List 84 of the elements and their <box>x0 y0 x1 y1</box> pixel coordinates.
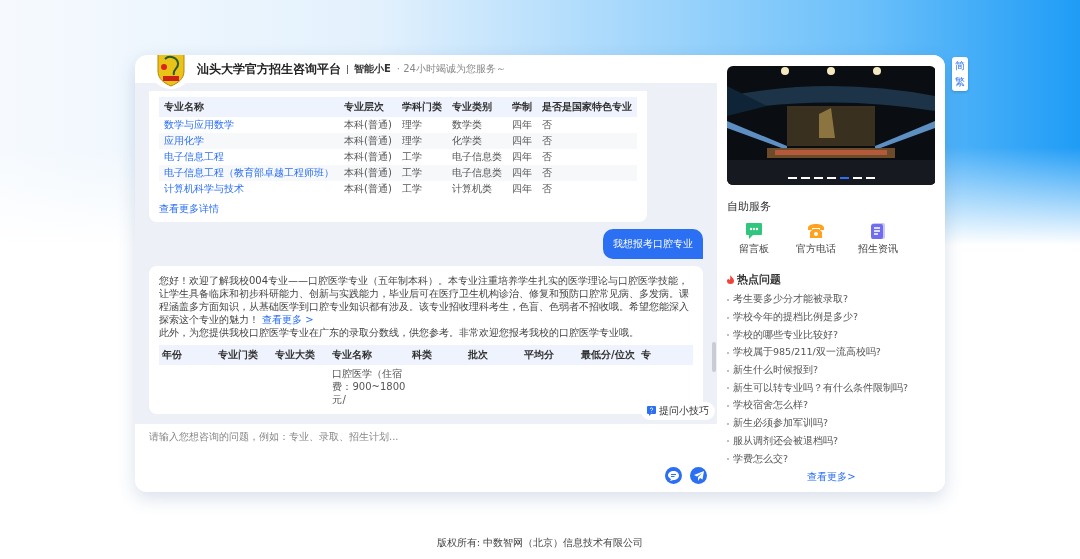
major-link[interactable]: 数学与应用数学 <box>164 119 234 130</box>
table-cell: 四年 <box>506 149 537 165</box>
input-area[interactable]: 请输入您想咨询的问题，例如：专业、录取、招生计划... <box>135 424 717 492</box>
assistant-name: 智能小E <box>354 62 391 76</box>
column-header: 科类 <box>409 345 466 365</box>
column-header: 批次 <box>465 345 522 365</box>
table-cell: 电子信息类 <box>446 149 507 165</box>
section-title: 自助服务 <box>727 199 772 214</box>
message-text: 您好！欢迎了解我校004专业——口腔医学专业（五年制本科）。本专业注重培养学生扎实的医学理论与口腔医学技能，让学生具备临床和初步科研能力、创新与实践能力，毕业后可在医疗卫生机构诊治、修复和预防口腔常见病、多发病。课程涵盖多方面知识，从基础医学到口腔专业知识都有涉及。该专业招收理科考生，色盲、色弱者不招收哦。希望您能深入探索这个专业的魅力！ 查看更多 > <box>159 274 690 326</box>
column-header: 学制 <box>506 97 537 117</box>
table-cell: 本科(普通) <box>339 133 397 149</box>
question-link[interactable]: 学费怎么交? <box>727 450 789 468</box>
column-header: 专业名称 <box>159 97 339 117</box>
table-cell: 否 <box>536 133 637 149</box>
table-cell: 本科(普通) <box>339 165 397 181</box>
major-link[interactable]: 计算机科学与技术 <box>164 183 244 194</box>
read-more-link[interactable]: 查看更多 > <box>262 314 314 325</box>
table-cell: 本科(普通) <box>339 117 397 133</box>
table-cell: 工学 <box>396 165 447 181</box>
column-header: 年份 <box>159 345 215 365</box>
table-cell: 电子信息类 <box>446 165 507 181</box>
tips-button[interactable]: 提问小技巧 <box>641 402 715 420</box>
chat-button[interactable] <box>665 467 682 484</box>
table-cell: 四年 <box>506 165 537 181</box>
language-button[interactable]: 繁 <box>954 75 966 89</box>
table-cell: 化学类 <box>446 133 507 149</box>
column-header: 专业大类 <box>272 345 330 365</box>
chat-bubble-icon <box>668 470 679 481</box>
column-header: 专业名称 <box>329 345 410 365</box>
send-button[interactable] <box>690 467 707 484</box>
major-link[interactable]: 电子信息工程 <box>164 151 224 162</box>
column-header: 专业层次 <box>339 97 397 117</box>
table-cell: 理学 <box>396 117 447 133</box>
service-button[interactable]: 招生资讯 <box>853 222 903 256</box>
document-icon <box>869 222 887 240</box>
phone-icon <box>807 222 825 240</box>
table-cell: 计算机类 <box>446 181 507 197</box>
service-button[interactable]: 官方电话 <box>791 222 841 256</box>
language-button[interactable]: 简 <box>954 59 966 73</box>
table-cell: 数学类 <box>446 117 507 133</box>
scrollbar[interactable] <box>712 342 716 372</box>
table-cell: 四年 <box>506 117 537 133</box>
chat-bubble-icon <box>745 222 763 240</box>
question-link[interactable]: 服从调剂还会被退档吗? <box>727 432 839 451</box>
column-header: 专 <box>637 345 693 365</box>
table-cell: 否 <box>536 181 637 197</box>
table-cell: 本科(普通) <box>339 149 397 165</box>
table-cell: 理学 <box>396 133 447 149</box>
table-cell: 否 <box>536 117 637 133</box>
table-cell: 工学 <box>396 149 447 165</box>
column-header: 平均分 <box>521 345 578 365</box>
copyright-text: 版权所有: 中数智网（北京）信息技术有限公司 <box>436 537 644 548</box>
section-title: 热点问题 <box>737 272 781 287</box>
question-link[interactable]: 学校属于985/211/双一流高校吗? <box>727 344 881 362</box>
header-title: 汕头大学官方招生咨询平台 <box>197 60 341 78</box>
service-button[interactable]: 留言板 <box>729 222 779 256</box>
table-cell: 口腔医学（住宿费：900~1800元/ <box>329 365 410 408</box>
question-link[interactable]: 考生要多少分才能被录取? <box>727 291 849 309</box>
column-header: 最低分/位次 <box>577 345 638 365</box>
send-icon <box>693 470 704 481</box>
table-cell: 否 <box>536 165 637 181</box>
fire-icon <box>727 275 734 284</box>
column-header: 专业门类 <box>214 345 273 365</box>
table-cell: 四年 <box>506 181 537 197</box>
column-header: 专业类别 <box>446 97 507 117</box>
table-cell: 四年 <box>506 133 537 149</box>
more-link[interactable]: 查看更多> <box>807 470 856 484</box>
question-link[interactable]: 新生什么时候报到? <box>727 361 819 380</box>
question-link[interactable]: 学校今年的提档比例是多少? <box>727 308 859 327</box>
question-link[interactable]: 学校的哪些专业比较好? <box>727 326 839 345</box>
more-details-link[interactable]: 查看更多详情 <box>159 202 219 216</box>
header-tagline: · 24小时竭诚为您服务～ <box>396 62 506 76</box>
question-link[interactable]: 新生可以转专业吗？有什么条件限制吗? <box>727 379 909 398</box>
table-cell: 工学 <box>396 181 447 197</box>
question-icon <box>647 406 656 416</box>
major-link[interactable]: 应用化学 <box>164 135 204 146</box>
message-text: 此外，为您提供我校口腔医学专业在广东的录取分数线，供您参考。非常欢迎您报考我校的口腔医学专业哦。 <box>159 326 640 339</box>
question-link[interactable]: 学校宿舍怎么样? <box>727 397 809 415</box>
table-cell: 本科(普通) <box>339 181 397 197</box>
column-header: 学科门类 <box>396 97 447 117</box>
table-cell: 否 <box>536 149 637 165</box>
column-header: 是否是国家特色专业 <box>536 97 637 117</box>
user-message: 我想报考口腔专业 <box>603 229 703 259</box>
question-link[interactable]: 新生必须参加军训吗? <box>727 414 829 433</box>
